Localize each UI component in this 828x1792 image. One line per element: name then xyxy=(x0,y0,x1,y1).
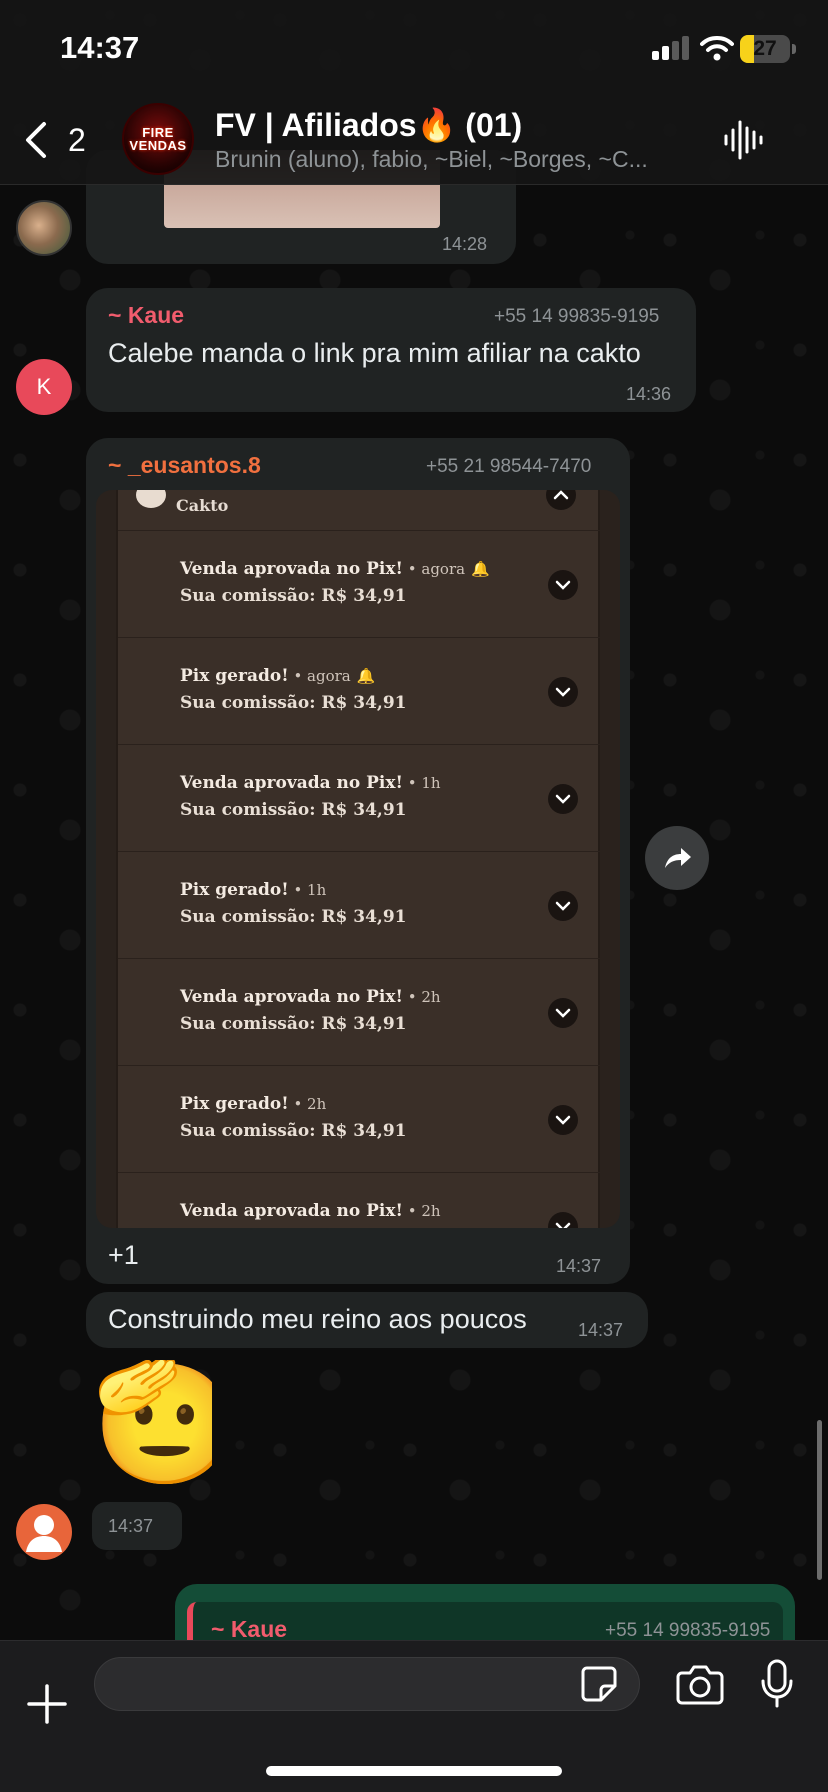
message-time: 14:28 xyxy=(442,234,488,254)
chevron-down-icon[interactable] xyxy=(548,891,578,921)
notification-item[interactable]: Venda aprovada no Pix! • 1h Sua comissão… xyxy=(118,744,600,851)
emoji-message[interactable]: 🫡 xyxy=(92,1360,212,1492)
back-button[interactable]: 2 xyxy=(22,118,102,162)
plus-icon[interactable] xyxy=(26,1683,68,1725)
app-name: Cakto xyxy=(176,496,229,515)
sender-avatar-default[interactable] xyxy=(16,1504,72,1560)
salute-emoji: 🫡 xyxy=(92,1360,212,1488)
chevron-down-icon[interactable] xyxy=(548,784,578,814)
chevron-up-icon[interactable] xyxy=(546,490,576,510)
sender-phone: +55 21 98544-7470 xyxy=(426,456,592,477)
notification-screenshot[interactable]: Cakto Venda aprovada no Pix! • agora 🔔 S… xyxy=(96,490,620,1228)
sender-phone: +55 14 99835-9195 xyxy=(494,306,660,327)
notification-title: Venda aprovada no Pix! • 1h xyxy=(180,773,441,793)
camera-icon[interactable] xyxy=(676,1663,724,1705)
message-time: 14:37 xyxy=(108,1516,154,1536)
scroll-indicator[interactable] xyxy=(817,1420,822,1580)
chevron-left-icon xyxy=(26,122,46,158)
chevron-down-icon[interactable] xyxy=(548,1105,578,1135)
wifi-icon xyxy=(700,36,734,61)
chevron-down-icon[interactable] xyxy=(548,570,578,600)
person-icon xyxy=(26,1515,62,1552)
cakto-app-icon xyxy=(136,490,166,508)
chevron-down-icon[interactable] xyxy=(548,1212,578,1228)
group-avatar[interactable]: FIRE VENDAS xyxy=(122,103,194,175)
battery-level: 27 xyxy=(753,37,777,60)
notification-body: Sua comissão: R$ 34,91 xyxy=(180,800,407,820)
status-time: 14:37 xyxy=(60,30,140,65)
notification-item[interactable]: Venda aprovada no Pix! • agora 🔔 Sua com… xyxy=(118,530,600,637)
message-time: 14:36 xyxy=(626,384,672,404)
notification-body: Sua comissão: R$ 34,91 xyxy=(180,693,407,713)
sender-avatar-k[interactable]: K xyxy=(16,359,72,415)
message-input[interactable] xyxy=(94,1657,640,1711)
notification-item[interactable]: Venda aprovada no Pix! • 2h Sua comissão… xyxy=(118,958,600,1065)
status-bar: 14:37 27 xyxy=(0,0,828,100)
chevron-down-icon[interactable] xyxy=(548,998,578,1028)
notification-title: Venda aprovada no Pix! • 2h xyxy=(180,1201,441,1221)
battery-icon: 27 xyxy=(740,35,796,63)
sender-avatar-photo[interactable] xyxy=(16,200,72,256)
notification-body: Sua comissão: R$ 34,91 xyxy=(180,907,407,927)
chevron-down-icon[interactable] xyxy=(548,677,578,707)
notification-item[interactable]: Pix gerado! • 1h Sua comissão: R$ 34,91 xyxy=(118,851,600,958)
voice-chat-icon[interactable] xyxy=(722,118,766,162)
forward-icon xyxy=(665,848,691,868)
sender-name[interactable]: ~ Kaue xyxy=(108,302,184,329)
sticker-icon[interactable] xyxy=(579,1664,619,1704)
message-time: 14:37 xyxy=(556,1256,602,1276)
signal-icon xyxy=(652,36,689,60)
notification-title: Venda aprovada no Pix! • 2h xyxy=(180,987,441,1007)
microphone-icon[interactable] xyxy=(760,1659,794,1709)
group-title[interactable]: FV | Afiliados🔥 (01) xyxy=(215,106,522,144)
quoted-sender-name: ~ Kaue xyxy=(211,1616,288,1642)
forward-button[interactable] xyxy=(645,826,709,890)
home-indicator[interactable] xyxy=(266,1766,562,1776)
emoji-time-pill: 14:37 xyxy=(92,1502,182,1550)
message-time: 14:37 xyxy=(578,1320,624,1340)
group-members[interactable]: Brunin (aluno), fabio, ~Biel, ~Borges, ~… xyxy=(215,146,695,173)
sender-name[interactable]: ~ _eusantos.8 xyxy=(108,452,261,479)
notification-title: Pix gerado! • agora 🔔 xyxy=(180,666,376,686)
notification-item[interactable]: Pix gerado! • 2h Sua comissão: R$ 34,91 xyxy=(118,1065,600,1172)
message-text: Construindo meu reino aos poucos xyxy=(108,1304,527,1334)
notification-body: Sua comissão: R$ 34,91 xyxy=(180,1014,407,1034)
kaue-message[interactable]: ~ Kaue +55 14 99835-9195 Calebe manda o … xyxy=(86,288,696,412)
notification-body: Sua comissão: R$ 34,91 xyxy=(180,1121,407,1141)
reino-message[interactable]: Construindo meu reino aos poucos 14:37 xyxy=(86,1292,648,1348)
notification-item[interactable]: Venda aprovada no Pix! • 2h xyxy=(118,1172,600,1228)
message-caption: +1 xyxy=(108,1240,139,1270)
avatar-logo-text: VENDAS xyxy=(129,138,187,153)
notification-item[interactable]: Pix gerado! • agora 🔔 Sua comissão: R$ 3… xyxy=(118,637,600,744)
avatar-letter: K xyxy=(36,374,52,399)
notification-title: Venda aprovada no Pix! • agora 🔔 xyxy=(180,559,490,579)
app-header: Cakto xyxy=(136,490,596,522)
notification-title: Pix gerado! • 1h xyxy=(180,880,327,900)
unread-count: 2 xyxy=(68,121,86,158)
notification-title: Pix gerado! • 2h xyxy=(180,1094,327,1114)
quoted-sender-phone: +55 14 99835-9195 xyxy=(605,1620,771,1641)
message-text: Calebe manda o link pra mim afiliar na c… xyxy=(108,338,641,368)
notification-body: Sua comissão: R$ 34,91 xyxy=(180,586,407,606)
